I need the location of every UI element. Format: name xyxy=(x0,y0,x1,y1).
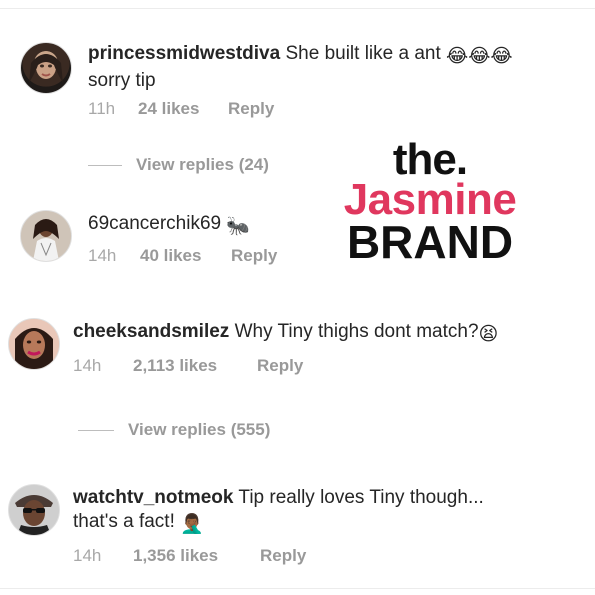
avatar[interactable] xyxy=(8,318,60,370)
avatar[interactable] xyxy=(20,210,72,262)
comment-username[interactable]: watchtv_notmeok xyxy=(73,487,233,508)
reply-button[interactable]: Reply xyxy=(257,356,303,376)
comment-body-line2: that's a fact! xyxy=(73,511,175,532)
comment-body: Why Tiny thighs dont match? xyxy=(234,321,479,342)
view-replies-label: View replies (555) xyxy=(128,420,271,439)
ant-emoji-icon: 🐜 xyxy=(226,216,251,237)
replies-divider xyxy=(88,165,122,167)
reply-button[interactable]: Reply xyxy=(260,546,306,566)
tired-face-emoji-icon: 😫 xyxy=(478,324,499,345)
avatar[interactable] xyxy=(20,42,72,94)
comment-meta: 14h 40 likes Reply xyxy=(88,246,277,266)
comment-likes[interactable]: 2,113 likes xyxy=(133,356,257,376)
avatar-woman-icon xyxy=(9,319,59,369)
comment-meta: 14h 2,113 likes Reply xyxy=(73,356,303,376)
watermark-line-brand: BRAND xyxy=(346,216,514,268)
comment-text: watchtv_notmeok Tip really loves Tiny th… xyxy=(73,486,588,537)
avatar-woman-icon xyxy=(29,54,63,83)
comment-body-line2: sorry tip xyxy=(88,70,156,91)
reply-button[interactable]: Reply xyxy=(228,99,274,119)
comment-meta: 14h 1,356 likes Reply xyxy=(73,546,306,566)
comment-time: 14h xyxy=(88,246,117,265)
replies-divider xyxy=(78,430,114,432)
comment-text: princessmidwestdiva She built like a ant… xyxy=(88,42,578,93)
avatar-woman-icon xyxy=(21,211,71,261)
laughing-emoji-icon: 😂😂😂 xyxy=(446,46,513,67)
comment-body: She built like a ant xyxy=(285,43,441,64)
view-replies-button[interactable]: View replies (555) xyxy=(78,420,270,440)
bottom-divider xyxy=(0,588,595,589)
watermark-logo: the. Jasmine BRAND xyxy=(330,135,530,268)
comment-likes[interactable]: 24 likes xyxy=(138,99,228,119)
comment-username[interactable]: princessmidwestdiva xyxy=(88,43,280,64)
view-replies-label: View replies (24) xyxy=(136,155,269,174)
comment-meta: 11h 24 likes Reply xyxy=(88,99,274,119)
comment-time: 14h xyxy=(73,546,102,565)
comment-likes[interactable]: 1,356 likes xyxy=(133,546,260,566)
comment-username[interactable]: 69cancerchik69 xyxy=(88,213,221,234)
avatar[interactable] xyxy=(8,484,60,536)
comment-username[interactable]: cheeksandsmilez xyxy=(73,321,229,342)
watermark-line-jasmine: Jasmine xyxy=(343,175,517,224)
top-divider xyxy=(0,8,595,9)
comment-time: 14h xyxy=(73,356,102,375)
comment-text: cheeksandsmilez Why Tiny thighs dont mat… xyxy=(73,320,588,347)
view-replies-button[interactable]: View replies (24) xyxy=(88,155,269,175)
facepalm-emoji-icon: 🤦🏾‍♂️ xyxy=(180,514,204,535)
comment-likes[interactable]: 40 likes xyxy=(140,246,231,266)
avatar-man-icon xyxy=(9,485,59,535)
reply-button[interactable]: Reply xyxy=(231,246,277,266)
comment-time: 11h xyxy=(88,99,116,118)
watermark-line-the: the. xyxy=(392,135,468,184)
comment-body: Tip really loves Tiny though... xyxy=(238,487,484,508)
